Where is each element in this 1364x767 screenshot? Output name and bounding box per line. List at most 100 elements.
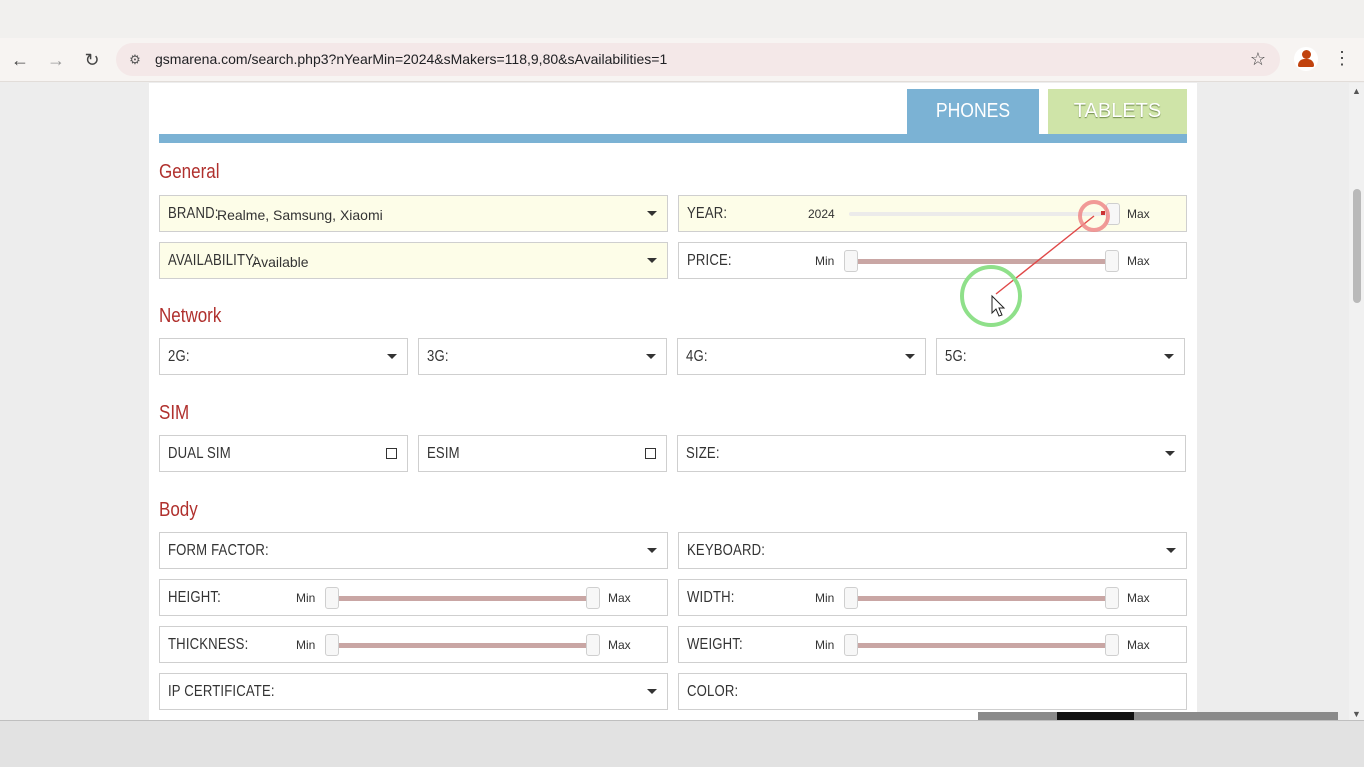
weight-max-label: Max — [1127, 638, 1150, 652]
chevron-down-icon — [647, 258, 657, 263]
scrollbar-thumb[interactable] — [1353, 189, 1361, 303]
brand-dropdown[interactable]: BRAND: Realme, Samsung, Xiaomi — [159, 195, 668, 232]
page-scrollbar[interactable]: ▲ ▼ — [1349, 83, 1364, 720]
thickness-label: THICKNESS: — [168, 635, 249, 653]
form-factor-dropdown[interactable]: FORM FACTOR: — [159, 532, 668, 569]
address-bar[interactable]: ⚙ gsmarena.com/search.php3?nYearMin=2024… — [116, 43, 1280, 76]
search-panel: PHONES TABLETS General BRAND: Realme, Sa… — [149, 83, 1197, 720]
height-slider-max-handle[interactable] — [586, 587, 600, 609]
price-slider-track[interactable] — [851, 259, 1113, 264]
width-slider-max-handle[interactable] — [1105, 587, 1119, 609]
4g-label: 4G: — [686, 347, 708, 365]
year-min-value: 2024 — [808, 207, 835, 221]
chevron-down-icon — [905, 354, 915, 359]
scroll-down-icon[interactable]: ▼ — [1352, 709, 1361, 719]
forward-icon[interactable]: → — [42, 46, 70, 74]
tab-tablets[interactable]: TABLETS — [1048, 89, 1187, 134]
4g-dropdown[interactable]: 4G: — [677, 338, 926, 375]
profile-avatar-icon[interactable] — [1294, 47, 1318, 71]
tab-underline-bar — [159, 134, 1187, 143]
section-network: Network — [159, 305, 222, 327]
price-slider-max-handle[interactable] — [1105, 250, 1119, 272]
2g-dropdown[interactable]: 2G: — [159, 338, 408, 375]
dual-sim-label: DUAL SIM — [168, 444, 231, 462]
ip-certificate-dropdown[interactable]: IP CERTIFICATE: — [159, 673, 668, 710]
height-slider-track[interactable] — [332, 596, 594, 601]
chevron-down-icon — [1166, 548, 1176, 553]
browser-tabstrip — [0, 0, 1364, 40]
browser-toolbar: ← → ↻ ⚙ gsmarena.com/search.php3?nYearMi… — [0, 38, 1364, 82]
price-label: PRICE: — [687, 251, 732, 269]
chevron-down-icon — [646, 354, 656, 359]
section-sim: SIM — [159, 402, 190, 424]
keyboard-dropdown[interactable]: KEYBOARD: — [678, 532, 1187, 569]
chevron-down-icon — [647, 689, 657, 694]
thickness-slider-min-handle[interactable] — [325, 634, 339, 656]
width-label: WIDTH: — [687, 588, 735, 606]
thickness-slider-track[interactable] — [332, 643, 594, 648]
size-label: SIZE: — [686, 444, 720, 462]
chevron-down-icon — [647, 211, 657, 216]
height-slider-field: HEIGHT: Min Max — [159, 579, 668, 616]
chevron-down-icon — [1165, 451, 1175, 456]
tab-phones[interactable]: PHONES — [907, 89, 1039, 134]
5g-dropdown[interactable]: 5G: — [936, 338, 1185, 375]
esim-checkbox[interactable] — [645, 448, 656, 459]
price-slider-field: PRICE: Min Max — [678, 242, 1187, 279]
2g-label: 2G: — [168, 347, 190, 365]
weight-slider-max-handle[interactable] — [1105, 634, 1119, 656]
weight-label: WEIGHT: — [687, 635, 743, 653]
availability-label: AVAILABILITY: — [168, 251, 258, 269]
url-text[interactable]: gsmarena.com/search.php3?nYearMin=2024&s… — [155, 51, 667, 67]
price-max-label: Max — [1127, 254, 1150, 268]
width-max-label: Max — [1127, 591, 1150, 605]
year-label: YEAR: — [687, 204, 728, 222]
reload-icon[interactable]: ↻ — [78, 46, 106, 74]
3g-label: 3G: — [427, 347, 449, 365]
bookmark-star-icon[interactable]: ☆ — [1250, 49, 1266, 70]
availability-dropdown[interactable]: AVAILABILITY: Available — [159, 242, 668, 279]
dual-sim-checkbox-field[interactable]: DUAL SIM — [159, 435, 408, 472]
site-settings-icon[interactable]: ⚙ — [126, 51, 144, 69]
width-slider-field: WIDTH: Min Max — [678, 579, 1187, 616]
color-field[interactable]: COLOR: — [678, 673, 1187, 710]
thickness-slider-max-handle[interactable] — [586, 634, 600, 656]
form-factor-label: FORM FACTOR: — [168, 541, 269, 559]
ip-certificate-label: IP CERTIFICATE: — [168, 682, 275, 700]
year-slider-handle[interactable] — [1106, 203, 1120, 225]
thickness-min-label: Min — [296, 638, 316, 652]
width-slider-track[interactable] — [851, 596, 1113, 601]
chevron-down-icon — [387, 354, 397, 359]
browser-menu-icon[interactable]: ⋮ — [1333, 48, 1351, 69]
brand-label: BRAND: — [168, 204, 219, 222]
height-slider-min-handle[interactable] — [325, 587, 339, 609]
year-slider-field: YEAR: 2024 Max — [678, 195, 1187, 232]
price-min-label: Min — [815, 254, 835, 268]
weight-slider-min-handle[interactable] — [844, 634, 858, 656]
weight-slider-field: WEIGHT: Min Max — [678, 626, 1187, 663]
bottom-bar — [0, 720, 1364, 767]
5g-label: 5G: — [945, 347, 967, 365]
availability-value: Available — [252, 254, 309, 270]
height-label: HEIGHT: — [168, 588, 221, 606]
section-general: General — [159, 161, 220, 183]
thickness-slider-field: THICKNESS: Min Max — [159, 626, 668, 663]
3g-dropdown[interactable]: 3G: — [418, 338, 667, 375]
thickness-max-label: Max — [608, 638, 631, 652]
brand-value: Realme, Samsung, Xiaomi — [217, 207, 383, 223]
weight-slider-track[interactable] — [851, 643, 1113, 648]
esim-checkbox-field[interactable]: ESIM — [418, 435, 667, 472]
year-slider-track[interactable] — [849, 212, 1113, 216]
back-icon[interactable]: ← — [6, 46, 34, 74]
height-min-label: Min — [296, 591, 316, 605]
size-dropdown[interactable]: SIZE: — [677, 435, 1186, 472]
color-label: COLOR: — [687, 682, 739, 700]
chevron-down-icon — [647, 548, 657, 553]
height-max-label: Max — [608, 591, 631, 605]
weight-min-label: Min — [815, 638, 835, 652]
dual-sim-checkbox[interactable] — [386, 448, 397, 459]
width-slider-min-handle[interactable] — [844, 587, 858, 609]
price-slider-min-handle[interactable] — [844, 250, 858, 272]
scroll-up-icon[interactable]: ▲ — [1352, 86, 1361, 96]
year-max-label: Max — [1127, 207, 1150, 221]
